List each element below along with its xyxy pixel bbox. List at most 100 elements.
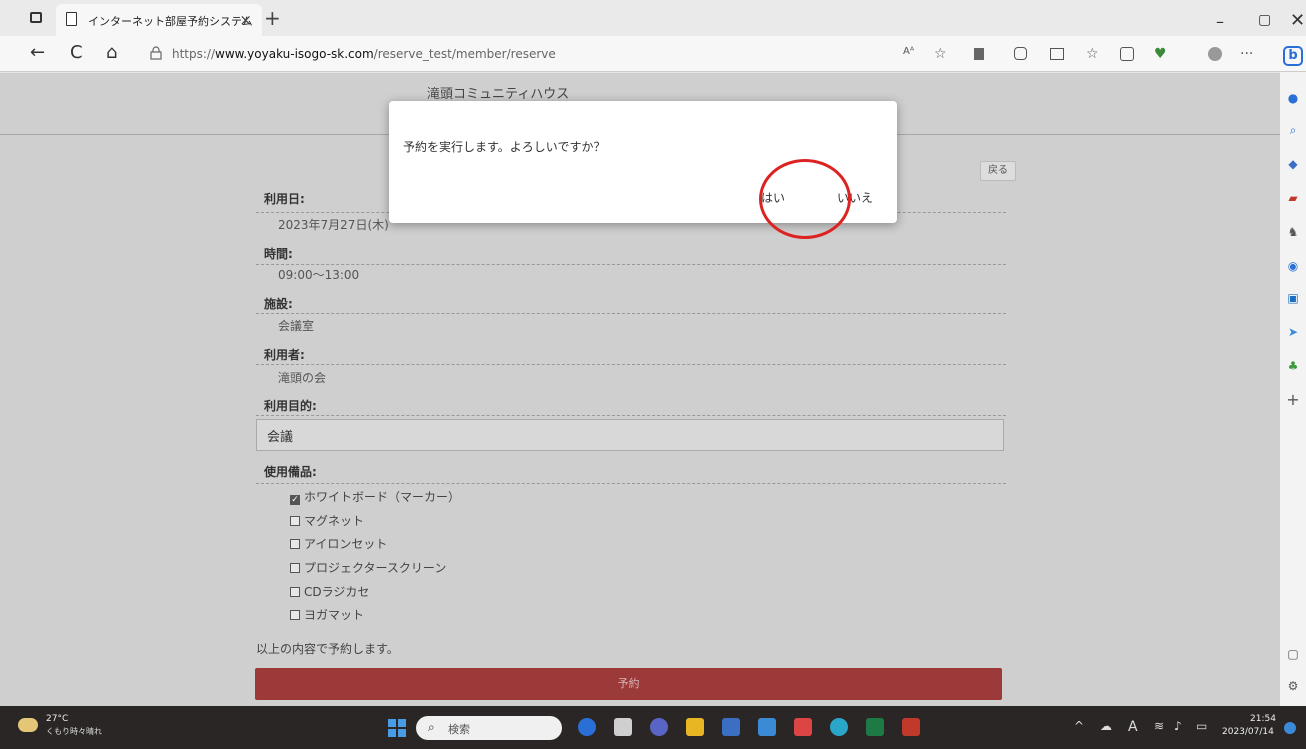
notification-badge[interactable]: [1284, 722, 1296, 734]
browser-tab[interactable]: インターネット部屋予約システム ×: [56, 4, 262, 36]
address-bar: ← C ⌂ https://www.yoyaku-isogo-sk.com/re…: [0, 36, 1306, 72]
onedrive-icon[interactable]: ☁: [1100, 719, 1112, 733]
windows-start-icon[interactable]: [388, 719, 406, 737]
time-label: 時間:: [264, 247, 293, 261]
tab-actions-icon[interactable]: [30, 12, 42, 23]
equipment-checkbox-projector-screen[interactable]: プロジェクタースクリーン: [290, 559, 446, 576]
checkbox[interactable]: [290, 539, 300, 549]
dialog-message: 予約を実行します。よろしいですか？: [403, 140, 606, 154]
date-value: 2023年7月27日(木): [278, 218, 389, 232]
facility-value: 会議室: [278, 319, 315, 333]
checkbox[interactable]: [290, 516, 300, 526]
restore-icon[interactable]: ▢: [1258, 12, 1271, 28]
equipment-name: マグネット: [304, 514, 365, 528]
checkbox[interactable]: [290, 587, 300, 597]
weather-icon[interactable]: [18, 718, 38, 732]
favorite-icon[interactable]: ☆: [934, 46, 947, 62]
read-aloud-icon[interactable]: Aᴬ: [903, 46, 914, 57]
date-label: 利用日:: [264, 192, 305, 206]
equipment-checkbox-yoga-mat[interactable]: ヨガマット: [290, 606, 364, 623]
edge-icon[interactable]: [830, 718, 848, 736]
bing-chat-icon[interactable]: b: [1283, 46, 1303, 66]
access-icon[interactable]: [902, 718, 920, 736]
profile-avatar[interactable]: [1208, 47, 1222, 61]
send-icon[interactable]: ➤: [1285, 324, 1301, 340]
equipment-checkbox-whiteboard[interactable]: ✓ ホワイトボード（マーカー）: [290, 488, 460, 505]
file-explorer-icon[interactable]: [686, 718, 704, 736]
weather-temperature[interactable]: 27°C: [46, 714, 68, 724]
equipment-checkbox-magnet[interactable]: マグネット: [290, 512, 364, 529]
equipment-name: プロジェクタースクリーン: [304, 561, 447, 575]
equipment-name: アイロンセット: [304, 537, 388, 551]
back-button[interactable]: 戻る: [980, 161, 1016, 181]
minimize-icon[interactable]: –: [1216, 12, 1224, 31]
confirm-text: 以上の内容で予約します。: [256, 642, 399, 656]
equipment-name: ホワイトボード（マーカー）: [304, 490, 461, 504]
search-label: 検索: [448, 723, 470, 736]
divider: [256, 483, 1006, 484]
time-value: 09:00～13:00: [278, 268, 360, 282]
url-domain: www.yoyaku-isogo-sk.com: [215, 47, 374, 61]
taskbar-search[interactable]: ⌕ 検索: [416, 716, 562, 740]
home-icon[interactable]: ⌂: [106, 42, 117, 63]
games-icon[interactable]: ♞: [1285, 224, 1301, 240]
search-icon[interactable]: ⌕: [1285, 122, 1301, 138]
toolbox-icon[interactable]: ▰: [1285, 190, 1301, 206]
back-icon[interactable]: ←: [30, 42, 45, 63]
bing-app-icon[interactable]: [578, 718, 596, 736]
health-icon[interactable]: ♥: [1154, 46, 1167, 62]
mail-icon[interactable]: [758, 718, 776, 736]
facility-label: 施設:: [264, 297, 293, 311]
url-prefix: https://: [172, 47, 216, 61]
site-title: 滝頭コミュニティハウス: [427, 87, 570, 102]
lock-icon[interactable]: [150, 46, 162, 60]
tab-close-icon[interactable]: ×: [239, 11, 252, 29]
weather-description[interactable]: くもり時々晴れ: [46, 726, 102, 737]
bell-icon[interactable]: ●: [1285, 90, 1301, 106]
teams-icon[interactable]: [650, 718, 668, 736]
battery-icon[interactable]: ▭: [1196, 719, 1207, 733]
tree-icon[interactable]: ♣: [1285, 358, 1301, 374]
equipment-name: ヨガマット: [304, 608, 365, 622]
divider: [256, 264, 1006, 265]
ime-indicator[interactable]: A: [1128, 719, 1138, 735]
task-view-icon[interactable]: [614, 718, 632, 736]
volume-icon[interactable]: ♪: [1174, 719, 1182, 733]
purpose-label: 利用目的:: [264, 399, 317, 413]
tab-title: インターネット部屋予約システム: [88, 15, 253, 28]
sidebar-layout-icon[interactable]: ▢: [1285, 646, 1301, 662]
clock-time[interactable]: 21:54: [1250, 714, 1276, 724]
favorites-list-icon[interactable]: ☆: [1086, 46, 1099, 62]
store-icon[interactable]: [722, 718, 740, 736]
reload-icon[interactable]: C: [70, 42, 83, 63]
excel-icon[interactable]: [866, 718, 884, 736]
equipment-checkbox-cd-radio[interactable]: CDラジカセ: [290, 583, 369, 600]
user-label: 利用者:: [264, 348, 305, 362]
extension-icon[interactable]: [974, 48, 984, 60]
annotation-circle: [759, 159, 851, 239]
gmail-icon[interactable]: [794, 718, 812, 736]
url-path: /reserve_test/member/reserve: [373, 47, 556, 61]
split-screen-icon[interactable]: [1050, 48, 1064, 60]
puzzle-icon[interactable]: [1014, 47, 1027, 60]
collections-icon[interactable]: [1120, 47, 1134, 61]
divider: [256, 364, 1006, 365]
checkbox[interactable]: [290, 610, 300, 620]
purpose-input[interactable]: 会議: [256, 419, 1004, 451]
add-icon[interactable]: +: [1285, 392, 1301, 408]
checkbox[interactable]: [290, 563, 300, 573]
wifi-icon[interactable]: ≋: [1154, 719, 1164, 733]
settings-icon[interactable]: ⚙: [1285, 678, 1301, 694]
new-tab-icon[interactable]: +: [264, 6, 281, 30]
office-icon[interactable]: ◉: [1285, 258, 1301, 274]
reserve-button[interactable]: 予約: [255, 668, 1002, 700]
checkbox-checked[interactable]: ✓: [290, 495, 300, 505]
clock-date[interactable]: 2023/07/14: [1222, 727, 1274, 737]
tray-chevron-icon[interactable]: ^: [1074, 719, 1084, 733]
url-field[interactable]: https://www.yoyaku-isogo-sk.com/reserve_…: [172, 47, 556, 61]
close-window-icon[interactable]: ✕: [1290, 10, 1305, 31]
more-icon[interactable]: ···: [1240, 46, 1253, 62]
equipment-checkbox-iron[interactable]: アイロンセット: [290, 535, 387, 552]
tag-icon[interactable]: ◆: [1285, 156, 1301, 172]
outlook-icon[interactable]: ▣: [1285, 290, 1301, 306]
